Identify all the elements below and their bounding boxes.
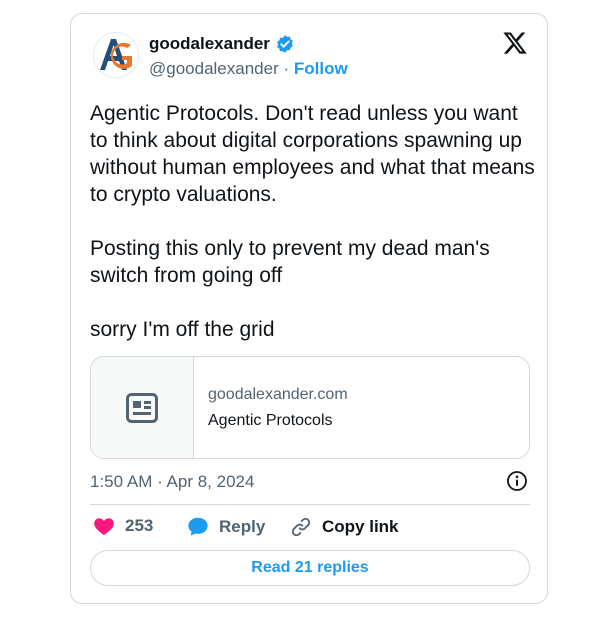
avatar[interactable] — [93, 32, 139, 78]
divider — [90, 504, 530, 505]
tweet-paragraph-3: sorry I'm off the grid — [90, 318, 275, 341]
link-preview-card[interactable]: goodalexander.com Agentic Protocols — [90, 356, 530, 459]
link-icon — [291, 517, 311, 537]
x-logo-icon[interactable] — [502, 30, 528, 56]
link-thumbnail — [91, 357, 194, 458]
tweet-body: Agentic Protocols. Don't read unless you… — [90, 100, 540, 343]
tweet-paragraph-1: Agentic Protocols. Don't read unless you… — [90, 102, 535, 206]
reply-label: Reply — [219, 516, 266, 536]
link-title: Agentic Protocols — [208, 412, 333, 429]
avatar-logo-icon — [93, 32, 139, 78]
author-name[interactable]: goodalexander — [149, 34, 270, 54]
read-replies-button[interactable]: Read 21 replies — [90, 550, 530, 586]
tweet-card: goodalexander @goodalexander · Follow Ag… — [70, 13, 548, 604]
handle-separator: · — [283, 59, 290, 78]
link-domain: goodalexander.com — [208, 386, 348, 403]
copy-link-button[interactable]: Copy link — [290, 516, 399, 538]
heart-icon — [94, 518, 114, 536]
tweet-paragraph-2: Posting this only to prevent my dead man… — [90, 237, 490, 287]
like-button[interactable]: 253 — [93, 516, 153, 536]
verified-badge-icon — [277, 35, 293, 53]
info-icon[interactable] — [506, 470, 528, 492]
author-handle-row: @goodalexander · Follow — [149, 59, 348, 79]
action-bar: 253 Reply Copy link — [93, 516, 533, 540]
article-icon — [126, 393, 158, 423]
follow-button[interactable]: Follow — [294, 59, 348, 78]
author-name-row: goodalexander — [149, 34, 295, 54]
copy-link-label: Copy link — [322, 517, 399, 536]
tweet-timestamp[interactable]: 1:50 AM · Apr 8, 2024 — [90, 472, 254, 492]
author-handle[interactable]: @goodalexander — [149, 59, 279, 78]
reply-bubble-icon — [188, 517, 208, 536]
like-count: 253 — [125, 516, 154, 535]
reply-button[interactable]: Reply — [187, 516, 265, 537]
